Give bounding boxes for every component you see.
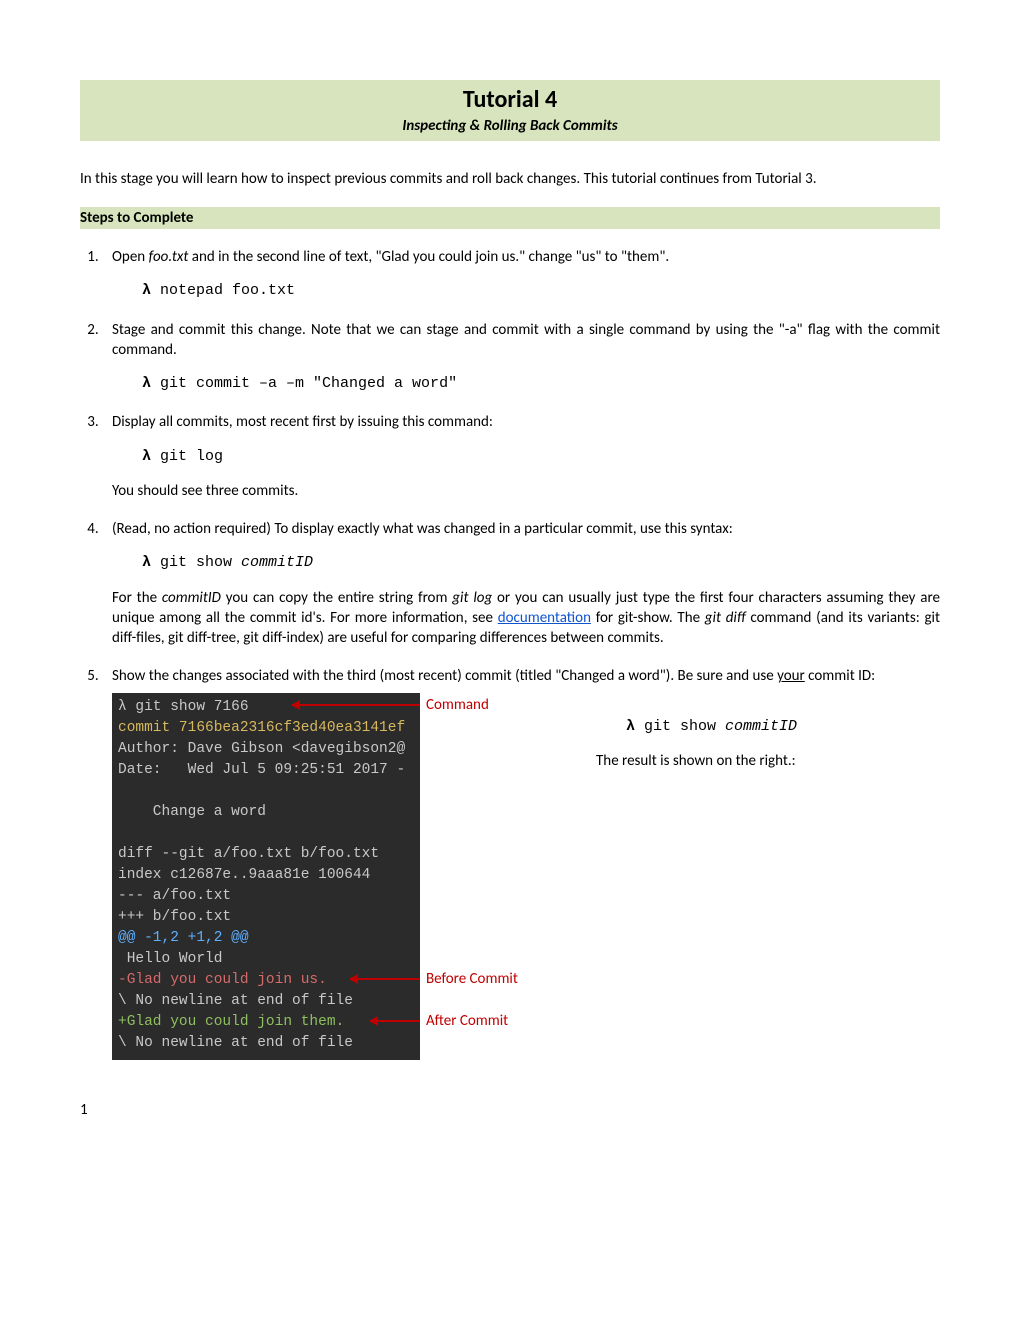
lambda-prompt: λ bbox=[142, 282, 151, 299]
step5-ta: Show the changes associated with the thi… bbox=[112, 667, 777, 685]
term-blank-1 bbox=[118, 781, 414, 802]
step2-text: Stage and commit this change. Note that … bbox=[112, 321, 940, 359]
step4-text: (Read, no action required) To display ex… bbox=[112, 520, 733, 538]
annotation-before: Before Commit bbox=[420, 969, 518, 989]
lambda-prompt: λ bbox=[142, 554, 151, 571]
term-line-3: Author: Dave Gibson <davegibson2@ bbox=[118, 739, 414, 760]
term-line-5: Change a word bbox=[118, 802, 414, 823]
step-4: (Read, no action required) To display ex… bbox=[102, 519, 940, 648]
term-line-9: +++ b/foo.txt bbox=[118, 907, 414, 928]
arrow-icon bbox=[370, 1020, 420, 1022]
step1-pre: Open bbox=[112, 248, 149, 266]
step-5: Show the changes associated with the thi… bbox=[102, 666, 940, 1060]
term-line-10: @@ -1,2 +1,2 @@ bbox=[118, 928, 414, 949]
page-number: 1 bbox=[80, 1100, 940, 1120]
step5-right-column: λ git show commitID The result is shown … bbox=[600, 693, 940, 772]
term-line-2: commit 7166bea2316cf3ed40ea3141ef bbox=[118, 718, 414, 739]
step4-command: λ git show commitID bbox=[142, 553, 940, 573]
term-line-6: diff --git a/foo.txt b/foo.txt bbox=[118, 844, 414, 865]
annotation-after-label: After Commit bbox=[426, 1011, 508, 1031]
step4-cmd-a: git show bbox=[151, 554, 241, 571]
lambda-prompt: λ bbox=[626, 718, 635, 735]
step2-command: λ git commit –a –m "Changed a word" bbox=[142, 374, 940, 394]
term-line-4: Date: Wed Jul 5 09:25:51 2017 - bbox=[118, 760, 414, 781]
step1-cmd-text: notepad foo.txt bbox=[151, 282, 295, 299]
title-bar: Tutorial 4 Inspecting & Rolling Back Com… bbox=[80, 80, 940, 141]
lambda-prompt: λ bbox=[142, 448, 151, 465]
step3-text: Display all commits, most recent first b… bbox=[112, 413, 493, 431]
step5-tc: commit ID: bbox=[805, 667, 875, 685]
intro-paragraph: In this stage you will learn how to insp… bbox=[80, 169, 940, 189]
section-header: Steps to Complete bbox=[80, 207, 940, 229]
annotation-command-label: Command bbox=[426, 695, 489, 715]
annotation-before-label: Before Commit bbox=[426, 969, 518, 989]
arrow-icon bbox=[350, 978, 420, 980]
steps-list: Open foo.txt and in the second line of t… bbox=[80, 247, 940, 1060]
page-title: Tutorial 4 bbox=[80, 84, 940, 116]
step5-result: The result is shown on the right.: bbox=[596, 751, 940, 771]
step4-pg: git diff bbox=[705, 609, 746, 627]
term-line-1: λ git show 7166 bbox=[118, 697, 414, 718]
term-line-12: -Glad you could join us. bbox=[118, 970, 414, 991]
step5-cmd-a: git show bbox=[635, 718, 725, 735]
documentation-link[interactable]: documentation bbox=[498, 609, 591, 627]
step4-paragraph: For the commitID you can copy the entire… bbox=[112, 588, 940, 649]
term-lambda: λ bbox=[118, 699, 127, 715]
step-3: Display all commits, most recent first b… bbox=[102, 412, 940, 501]
page-subtitle: Inspecting & Rolling Back Commits bbox=[80, 116, 940, 136]
annotation-command: Command bbox=[420, 695, 489, 715]
step-2: Stage and commit this change. Note that … bbox=[102, 320, 940, 395]
step5-cmd-b: commitID bbox=[725, 718, 797, 735]
term-line-13: \ No newline at end of file bbox=[118, 991, 414, 1012]
term-line-8: --- a/foo.txt bbox=[118, 886, 414, 907]
step4-pb: commitID bbox=[162, 589, 221, 607]
step1-command: λ notepad foo.txt bbox=[142, 281, 940, 301]
term-blank-2 bbox=[118, 823, 414, 844]
step2-cmd-text: git commit –a –m "Changed a word" bbox=[151, 375, 457, 392]
step4-pa: For the bbox=[112, 589, 162, 607]
arrow-icon bbox=[292, 704, 420, 706]
step4-pd: git log bbox=[452, 589, 492, 607]
step4-cmd-b: commitID bbox=[241, 554, 313, 571]
term-l1b: git show 7166 bbox=[127, 699, 249, 715]
term-line-15: \ No newline at end of file bbox=[118, 1033, 414, 1054]
step5-tb: your bbox=[777, 667, 805, 685]
step-1: Open foo.txt and in the second line of t… bbox=[102, 247, 940, 302]
term-line-11: Hello World bbox=[118, 949, 414, 970]
lambda-prompt: λ bbox=[142, 375, 151, 392]
terminal-output: λ git show 7166 commit 7166bea2316cf3ed4… bbox=[112, 693, 420, 1060]
step5-command: λ git show commitID bbox=[626, 717, 940, 737]
step4-pc: you can copy the entire string from bbox=[221, 589, 452, 607]
step4-pf: for git-show. The bbox=[591, 609, 705, 627]
step3-cmd-text: git log bbox=[151, 448, 223, 465]
annotation-after: After Commit bbox=[420, 1011, 508, 1031]
step3-note: You should see three commits. bbox=[112, 481, 940, 501]
term-line-7: index c12687e..9aaa81e 100644 bbox=[118, 865, 414, 886]
step1-file: foo.txt bbox=[149, 248, 189, 266]
step3-command: λ git log bbox=[142, 447, 940, 467]
step5-figure-row: λ git show 7166 commit 7166bea2316cf3ed4… bbox=[112, 693, 940, 1060]
step1-post: and in the second line of text, "Glad yo… bbox=[188, 248, 669, 266]
